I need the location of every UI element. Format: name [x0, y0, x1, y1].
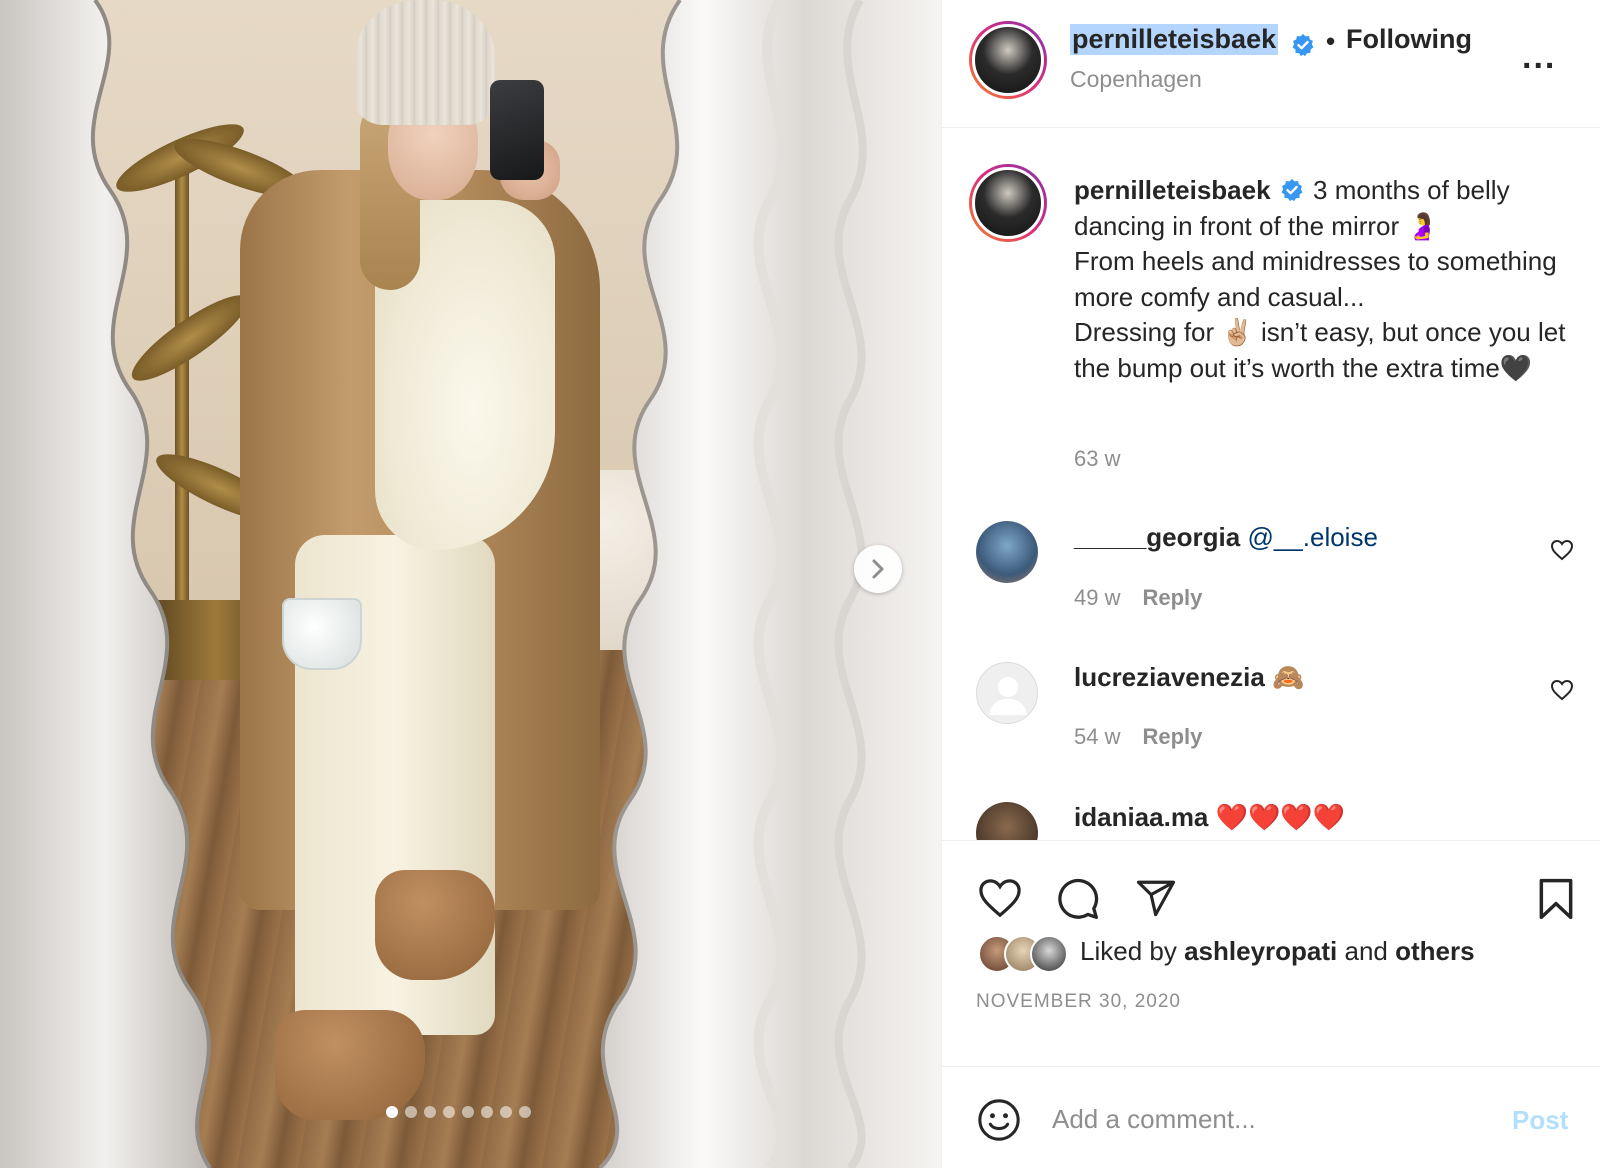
comment-age[interactable]: 54 w — [1074, 724, 1120, 749]
comment-input[interactable] — [1052, 1099, 1482, 1139]
caption-avatar[interactable] — [969, 164, 1047, 242]
bookmark-icon[interactable] — [1537, 877, 1575, 921]
carousel-dot — [519, 1106, 531, 1118]
post-image[interactable] — [0, 0, 941, 1168]
comment-age[interactable]: 49 w — [1074, 585, 1120, 610]
liker-avatar[interactable] — [1030, 935, 1068, 973]
image-mug — [282, 598, 362, 670]
comment-username[interactable]: idaniaa.ma — [1074, 802, 1208, 832]
following-button[interactable]: Following — [1346, 24, 1472, 55]
caption-age[interactable]: 63 w — [1074, 446, 1120, 471]
comment-text: ❤️❤️❤️❤️ — [1215, 802, 1346, 832]
likes-user[interactable]: ashleyropati — [1184, 936, 1337, 966]
image-boot — [275, 1010, 425, 1120]
comment: _____georgia @__.eloise — [1074, 520, 1574, 556]
header-separator: • — [1326, 26, 1336, 56]
carousel-dot — [462, 1106, 474, 1118]
image-phone — [490, 80, 544, 180]
mirror-frame-left — [0, 0, 212, 1168]
default-avatar-icon — [989, 677, 1027, 715]
carousel-dot — [443, 1106, 455, 1118]
caption-username[interactable]: pernilleteisbaek — [1074, 175, 1271, 205]
verified-badge-icon — [1281, 179, 1303, 202]
comment-meta: 54 w Reply — [1074, 724, 1202, 750]
carousel-dot — [386, 1106, 398, 1118]
comment-avatar[interactable] — [976, 802, 1038, 840]
post-date[interactable]: NOVEMBER 30, 2020 — [976, 991, 1181, 1013]
comment: lucreziavenezia 🙈 — [1074, 660, 1574, 696]
caption-meta: 63 w — [1074, 446, 1120, 472]
comment-text: 🙈 — [1272, 662, 1305, 692]
more-icon[interactable]: ... — [1522, 38, 1556, 77]
next-image-button[interactable] — [854, 545, 902, 593]
carousel-indicator — [386, 1106, 531, 1118]
reply-button[interactable]: Reply — [1142, 724, 1202, 749]
chevron-right-icon — [872, 559, 884, 579]
author-username[interactable]: pernilleteisbaek — [1070, 24, 1279, 55]
post-header: pernilleteisbaek • Following Copenhagen … — [942, 0, 1600, 128]
comment-meta: 49 w Reply — [1074, 585, 1202, 611]
add-comment-bar: Post — [942, 1066, 1600, 1168]
verified-badge-icon — [1292, 34, 1314, 57]
post-actions: Liked by ashleyropati and others NOVEMBE… — [942, 840, 1600, 1066]
comment-avatar[interactable] — [976, 521, 1038, 583]
carousel-dot — [424, 1106, 436, 1118]
comment-icon[interactable] — [1056, 877, 1100, 921]
likes-others[interactable]: others — [1395, 936, 1474, 966]
comments-list[interactable]: pernilleteisbaek 3 months of belly danci… — [942, 128, 1600, 840]
comment: idaniaa.ma ❤️❤️❤️❤️ — [1074, 800, 1574, 836]
caption-text-line3: Dressing for ✌🏼 isn’t easy, but once you… — [1074, 317, 1566, 383]
emoji-icon[interactable] — [976, 1097, 1022, 1143]
share-icon[interactable] — [1134, 877, 1178, 919]
post-detail-panel: pernilleteisbaek • Following Copenhagen … — [941, 0, 1600, 1168]
comment-username[interactable]: _____georgia — [1074, 522, 1240, 552]
post-comment-button[interactable]: Post — [1512, 1105, 1568, 1136]
reply-button[interactable]: Reply — [1142, 585, 1202, 610]
carousel-dot — [405, 1106, 417, 1118]
likes-summary: Liked by ashleyropati and others — [1080, 936, 1475, 967]
author-avatar[interactable] — [969, 21, 1047, 99]
carousel-dot — [500, 1106, 512, 1118]
carousel-dot — [481, 1106, 493, 1118]
comment-like-icon[interactable] — [1550, 679, 1574, 701]
comment-like-icon[interactable] — [1550, 539, 1574, 561]
like-icon[interactable] — [977, 877, 1023, 919]
post-location[interactable]: Copenhagen — [1070, 66, 1202, 93]
comment-avatar-default[interactable] — [976, 662, 1038, 724]
caption: pernilleteisbaek 3 months of belly danci… — [1074, 173, 1579, 386]
likes-conj: and — [1344, 936, 1388, 966]
comment-mention[interactable]: @__.eloise — [1247, 522, 1377, 552]
comment-username[interactable]: lucreziavenezia — [1074, 662, 1265, 692]
caption-text-line2: From heels and minidresses to something … — [1074, 246, 1557, 312]
likes-prefix: Liked by — [1080, 936, 1177, 966]
image-beanie — [355, 0, 495, 125]
